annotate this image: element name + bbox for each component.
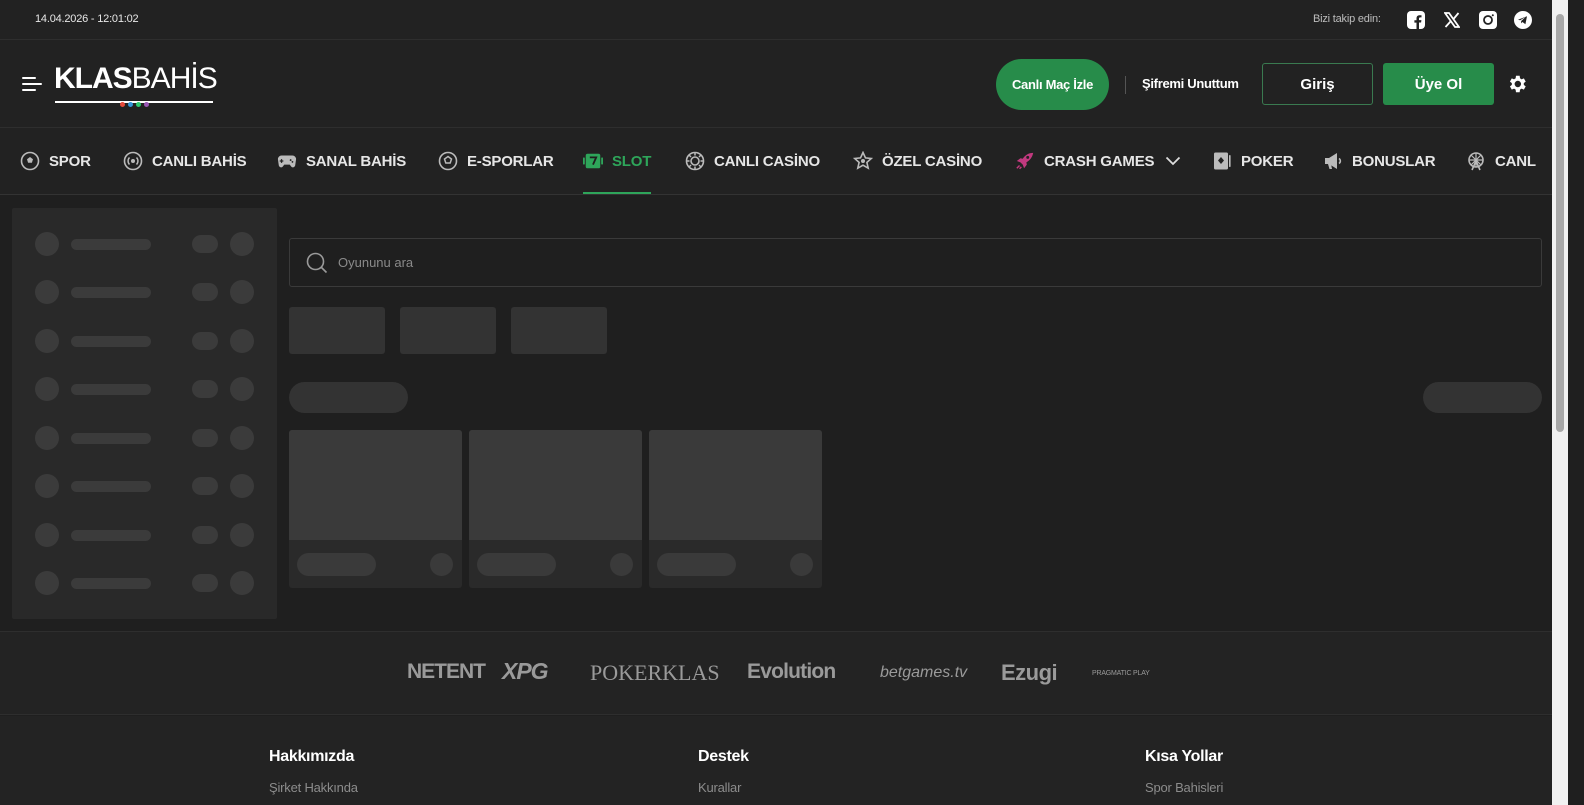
logo-bold-text: KLAS — [54, 62, 133, 95]
live-broadcast-icon — [123, 151, 143, 171]
footer-col-support: Destek Kurallar — [698, 748, 749, 795]
casino-chip-icon — [685, 151, 705, 171]
top-bar: 14.04.2026 - 12:01:02 Bizi takip edin: — [0, 0, 1552, 40]
provider-logo-xpg[interactable]: XPG — [502, 658, 549, 685]
skeleton-row — [35, 523, 257, 547]
provider-logo-betgames[interactable]: betgames.tv — [880, 664, 967, 682]
nav-item-canli-casino[interactable]: CANLI CASİNO — [685, 128, 820, 194]
footer-col-about: Hakkımızda Şirket Hakkında — [269, 748, 358, 795]
nav-item-e-sporlar[interactable]: E-SPORLAR — [438, 128, 554, 194]
skeleton-row — [35, 329, 257, 353]
nav-item-slot[interactable]: SLOT — [583, 128, 652, 194]
filter-tab-loading — [289, 307, 385, 354]
footer-link[interactable]: Spor Bahisleri — [1145, 780, 1223, 795]
star-icon — [853, 151, 873, 171]
gear-icon[interactable] — [1506, 73, 1528, 95]
main-nav: SPOR CANLI BAHİS SANAL BAHİS E-SPORLAR S… — [0, 128, 1552, 195]
nav-item-spor[interactable]: SPOR — [20, 128, 91, 194]
provider-logo-pokerklas[interactable]: POKERKLAS — [590, 660, 720, 686]
search-input[interactable] — [338, 239, 1528, 286]
game-card-loading — [289, 430, 462, 588]
skeleton-row — [35, 474, 257, 498]
provider-logo-pragmatic[interactable]: PRAGMATIC PLAY — [1092, 670, 1150, 677]
section-action-loading — [1423, 382, 1542, 413]
nav-item-bonuslar[interactable]: BONUSLAR — [1323, 128, 1436, 194]
gamepad-icon — [277, 151, 297, 171]
providers-strip: NETENT XPG POKERKLAS Evolution betgames.… — [0, 631, 1552, 715]
nav-label: ÖZEL CASİNO — [882, 152, 983, 170]
provider-logo-ezugi[interactable]: Ezugi — [1001, 660, 1058, 686]
soccer-ball-icon — [20, 151, 40, 171]
skeleton-row — [35, 280, 257, 304]
nav-item-sanal-bahis[interactable]: SANAL BAHİS — [277, 128, 406, 194]
skeleton-row — [35, 232, 257, 256]
site-logo[interactable]: KLASBAHİS — [54, 62, 218, 107]
page-scrollbar[interactable] — [1552, 0, 1568, 805]
footer-heading: Destek — [698, 748, 749, 765]
logo-dots — [120, 102, 149, 107]
skeleton-row — [35, 426, 257, 450]
scrollbar-thumb[interactable] — [1556, 14, 1564, 432]
section-title-loading — [289, 382, 408, 413]
site-header: KLASBAHİS Canlı Maç İzle Şifremi Unuttum… — [0, 40, 1552, 128]
skeleton-row — [35, 377, 257, 401]
telegram-icon[interactable] — [1513, 10, 1533, 30]
nav-label: CRASH GAMES — [1044, 152, 1155, 170]
datetime-text: 14.04.2026 - 12:01:02 — [35, 13, 139, 25]
slot-seven-icon — [583, 151, 603, 171]
footer-col-shortcuts: Kısa Yollar Spor Bahisleri — [1145, 748, 1223, 795]
game-card-loading — [649, 430, 822, 588]
nav-label: SANAL BAHİS — [306, 152, 407, 170]
nav-item-canli-bahis[interactable]: CANLI BAHİS — [123, 128, 247, 194]
nav-item-canli-more[interactable]: CANL — [1466, 128, 1536, 194]
logo-light-text: BAHİS — [131, 62, 218, 95]
esports-icon — [438, 151, 458, 171]
category-sidebar-loading — [12, 208, 277, 619]
register-button[interactable]: Üye Ol — [1383, 63, 1494, 105]
nav-label: CANL — [1495, 152, 1536, 170]
nav-label: BONUSLAR — [1352, 152, 1436, 170]
footer-heading: Kısa Yollar — [1145, 748, 1223, 765]
provider-logo-evolution[interactable]: Evolution — [747, 660, 836, 684]
nav-label: POKER — [1241, 152, 1294, 170]
follow-us-label: Bizi takip edin: — [1313, 13, 1381, 25]
instagram-icon[interactable] — [1478, 10, 1498, 30]
skeleton-row — [35, 571, 257, 595]
nav-label: CANLI CASİNO — [714, 152, 820, 170]
nav-label: SPOR — [49, 152, 91, 170]
game-search-box[interactable] — [289, 238, 1542, 287]
footer-link[interactable]: Kurallar — [698, 780, 749, 795]
nav-label: SLOT — [612, 152, 652, 170]
facebook-icon[interactable] — [1406, 10, 1426, 30]
login-button[interactable]: Giriş — [1262, 63, 1373, 105]
search-icon — [306, 252, 328, 274]
nav-label: CANLI BAHİS — [152, 152, 247, 170]
nav-item-crash-games[interactable]: CRASH GAMES — [1015, 128, 1183, 194]
chevron-down-icon — [1163, 151, 1183, 171]
footer-link[interactable]: Şirket Hakkında — [269, 780, 358, 795]
footer-heading: Hakkımızda — [269, 748, 355, 765]
filter-tab-loading — [400, 307, 496, 354]
provider-logo-netent[interactable]: NETENT — [407, 660, 486, 684]
forgot-password-link[interactable]: Şifremi Unuttum — [1142, 76, 1239, 91]
rocket-icon — [1015, 151, 1035, 171]
header-divider — [1125, 76, 1126, 94]
x-icon[interactable] — [1442, 10, 1462, 30]
site-footer: Hakkımızda Şirket Hakkında Destek Kurall… — [0, 716, 1552, 805]
megaphone-icon — [1323, 151, 1343, 171]
playing-card-icon — [1212, 151, 1232, 171]
ferris-wheel-icon — [1466, 151, 1486, 171]
nav-item-poker[interactable]: POKER — [1212, 128, 1294, 194]
watch-live-button[interactable]: Canlı Maç İzle — [996, 59, 1109, 110]
nav-label: E-SPORLAR — [467, 152, 554, 170]
menu-icon[interactable] — [22, 76, 42, 92]
nav-item-ozel-casino[interactable]: ÖZEL CASİNO — [853, 128, 982, 194]
game-card-loading — [469, 430, 642, 588]
filter-tab-loading — [511, 307, 607, 354]
